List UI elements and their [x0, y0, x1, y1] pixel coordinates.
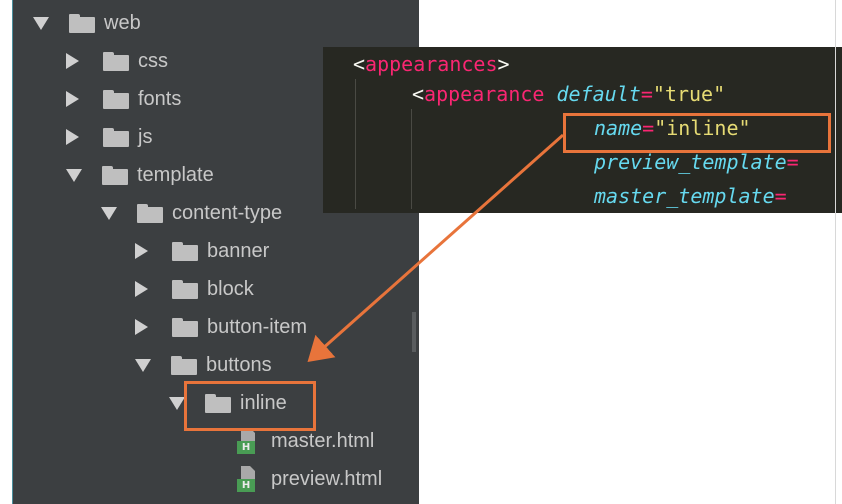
arrow-icon — [307, 133, 564, 362]
page-edge-divider — [835, 0, 836, 504]
